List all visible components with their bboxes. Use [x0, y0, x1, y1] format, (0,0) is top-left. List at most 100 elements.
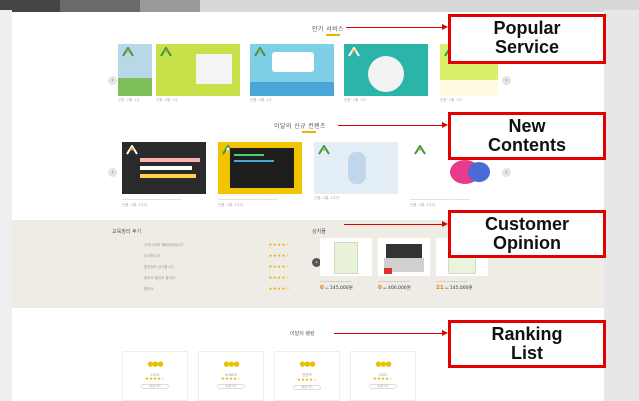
- popular-card[interactable]: 인원: 2월, 2주: [344, 44, 428, 103]
- product-image: [378, 238, 430, 276]
- new-callout-arrow-line: [338, 125, 442, 126]
- ranking-card[interactable]: ●●● 2020 ★★★★☆ 바로가기: [122, 351, 188, 401]
- review-stars: ★★★★☆: [268, 276, 290, 281]
- product-price: 0 % 145,000원: [320, 285, 353, 291]
- discount-percent: 21: [436, 285, 444, 291]
- card-meta: 인원: 2월, 2주차: [314, 196, 340, 200]
- card-meta: 인원: 2월, 2주: [440, 98, 462, 102]
- review-row[interactable]: 좋아요 ★★★★☆: [122, 287, 290, 293]
- store-section-title: 상지몰: [312, 229, 326, 235]
- customer-opinion-callout-text: Customer Opinion: [484, 214, 569, 253]
- new-contents-callout-text: New Contents: [488, 116, 566, 155]
- top-banner: [0, 0, 639, 12]
- review-row[interactable]: 감사합니다 ★★★★☆: [122, 254, 290, 260]
- popular-callout-arrow-line: [346, 27, 442, 28]
- product-name-line: —————————: [378, 279, 410, 283]
- review-row[interactable]: 좋은정보 감사합니다 ★★★★☆: [122, 265, 290, 271]
- ranking-card[interactable]: ●●● 2021 ★★★★☆ 바로가기: [350, 351, 416, 401]
- new-contents-callout: New Contents: [448, 112, 606, 160]
- card-meta: 인원: 2월, 2주차: [410, 203, 436, 207]
- card-meta: 인원: 2월, 2주: [118, 98, 140, 102]
- medal-icon: ●●●: [147, 360, 163, 368]
- logo-icon: [318, 145, 330, 155]
- new-content-card[interactable]: ————————————————— 인원: 2월, 2주차: [218, 142, 302, 208]
- price-value: 145,000원: [330, 286, 353, 291]
- popular-card[interactable]: 인원: 2월, 2주: [118, 44, 152, 103]
- review-row[interactable]: 주택그리와 재배하였습니다 ★★★★☆: [122, 243, 290, 249]
- review-stars: ★★★★☆: [268, 287, 290, 292]
- new-next-arrow[interactable]: ›: [502, 168, 511, 177]
- popular-service-callout: Popular Service: [448, 14, 606, 64]
- popular-card[interactable]: 인원: 2월, 2주: [156, 44, 240, 103]
- ranking-list-callout: Ranking List: [448, 320, 606, 368]
- left-margin: [0, 10, 12, 401]
- review-stars: ★★★★☆: [268, 265, 290, 270]
- product-card[interactable]: ————————— 0 % 400,000원: [378, 238, 430, 291]
- ranking-button[interactable]: 바로가기: [293, 385, 321, 390]
- review-text: 주택그리와 재배하였습니다: [144, 243, 184, 247]
- ranking-card[interactable]: ●●● SHARE ★★★★☆ 바로가기: [198, 351, 264, 401]
- ranking-section-title: 이달의 랭킹: [290, 331, 315, 337]
- product-name-line: —————————: [320, 279, 352, 283]
- logo-icon: [254, 47, 266, 57]
- review-row[interactable]: 좋아요 좋아요 좋아요 ★★★★☆: [122, 276, 290, 282]
- new-content-card[interactable]: ————————————————— 인원: 2월, 2주차: [122, 142, 206, 208]
- ranking-stars: ★★★★☆: [220, 377, 242, 382]
- product-name-line: —————————: [436, 279, 468, 283]
- logo-icon: [122, 47, 134, 57]
- review-text: 좋아요 좋아요 좋아요: [144, 276, 176, 280]
- card-caption-line: —————————————————: [122, 197, 182, 201]
- ranking-button[interactable]: 바로가기: [369, 384, 397, 389]
- new-prev-arrow[interactable]: ‹: [108, 168, 117, 177]
- popular-service-callout-text: Popular Service: [493, 18, 561, 57]
- price-value: 400,000원: [388, 286, 411, 291]
- review-text: 감사합니다: [144, 254, 161, 258]
- ranking-stars: ★★★★☆: [144, 377, 166, 382]
- medal-icon: ●●●: [299, 360, 315, 368]
- logo-icon: [414, 145, 426, 155]
- card-meta: 인원: 2월, 2주: [156, 98, 178, 102]
- ranking-callout-arrow-line: [334, 333, 442, 334]
- ranking-stars: ★★★★☆: [372, 377, 394, 382]
- opinion-callout-arrow-line: [344, 224, 442, 225]
- logo-icon: [160, 47, 172, 57]
- product-image: [320, 238, 372, 276]
- review-section-title: 교육정리 후기: [112, 229, 142, 235]
- popular-prev-arrow[interactable]: ‹: [108, 76, 117, 85]
- review-text: 좋은정보 감사합니다: [144, 265, 175, 269]
- product-price: 0 % 400,000원: [378, 285, 411, 291]
- customer-opinion-callout: Customer Opinion: [448, 210, 606, 258]
- ranking-stars: ★★★★☆: [296, 378, 318, 383]
- medal-icon: ●●●: [375, 360, 391, 368]
- card-meta: 인원: 2월, 2주차: [122, 203, 148, 207]
- product-price: 21 % 145,000원: [436, 285, 473, 291]
- price-value: 145,000원: [449, 286, 473, 291]
- product-card[interactable]: ————————— 0 % 145,000원: [320, 238, 372, 291]
- logo-icon: [126, 145, 138, 155]
- card-caption-line: —————————————————: [410, 197, 470, 201]
- card-caption-line: —————————————————: [218, 197, 278, 201]
- card-meta: 인원: 2월, 2주: [250, 98, 272, 102]
- popular-next-arrow[interactable]: ›: [502, 76, 511, 85]
- ranking-button[interactable]: 바로가기: [217, 384, 245, 389]
- ranking-card[interactable]: ●●● 컨텐츠 ★★★★☆ 바로가기: [274, 351, 340, 401]
- popular-section-title: 인기 서비스: [312, 26, 344, 33]
- ranking-list-callout-text: Ranking List: [491, 324, 563, 363]
- discount-percent: 0: [320, 285, 324, 291]
- ranking-button[interactable]: 바로가기: [141, 384, 169, 389]
- new-section-title: 이달의 신규 컨텐츠: [274, 123, 326, 130]
- review-stars: ★★★★☆: [268, 243, 290, 248]
- card-meta: 인원: 2월, 2주차: [218, 203, 244, 207]
- review-text: 좋아요: [144, 287, 154, 291]
- popular-title-underline: [326, 34, 340, 36]
- card-meta: 인원: 2월, 2주: [344, 98, 366, 102]
- discount-percent: 0: [378, 285, 382, 291]
- page: 인기 서비스 ‹ › 인원: 2월, 2주 인원: 2월, 2주 인원: 2월,…: [0, 0, 639, 401]
- popular-card[interactable]: 인원: 2월, 2주: [250, 44, 334, 103]
- right-margin: [604, 10, 639, 401]
- logo-icon: [348, 47, 360, 57]
- new-content-card[interactable]: 인원: 2월, 2주차: [314, 142, 398, 201]
- new-title-underline: [302, 131, 316, 133]
- review-stars: ★★★★☆: [268, 254, 290, 259]
- medal-icon: ●●●: [223, 360, 239, 368]
